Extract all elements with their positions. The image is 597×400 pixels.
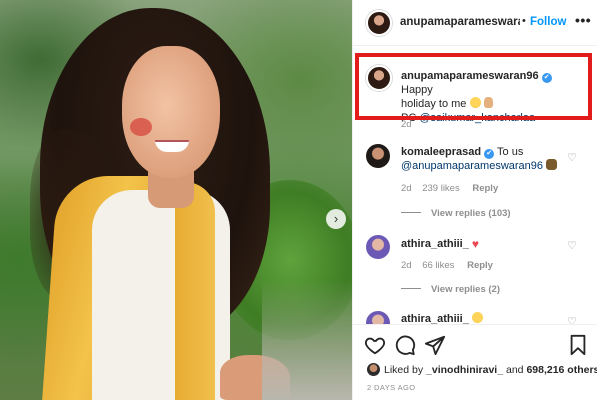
red-heart-emoji-icon: ♥ bbox=[471, 237, 480, 251]
comment-time: 2d bbox=[401, 183, 412, 194]
post-sidebar: anupamaparameswaran96 • Follow ••• anupa… bbox=[352, 0, 597, 400]
view-replies-label: View replies (103) bbox=[431, 208, 511, 219]
comment-like-heart-icon[interactable]: ♡ bbox=[567, 239, 577, 252]
comment-like-heart-icon[interactable]: ♡ bbox=[567, 315, 577, 324]
more-options-icon[interactable]: ••• bbox=[575, 12, 591, 28]
view-replies-line bbox=[401, 288, 421, 289]
liked-by-and: and bbox=[505, 364, 524, 376]
caption-text: anupamaparameswaran96 ✔ Happy holiday to… bbox=[401, 69, 581, 125]
verified-badge-icon: ✔ bbox=[484, 149, 495, 159]
liked-by-count[interactable]: 698,216 others bbox=[526, 364, 597, 376]
post-header: anupamaparameswaran96 • Follow ••• bbox=[353, 0, 597, 46]
view-replies-label: View replies (2) bbox=[431, 284, 500, 295]
comment-mention-link[interactable]: @anupamaparameswaran96 bbox=[401, 160, 543, 172]
comment-meta: 2d 239 likes Reply bbox=[401, 183, 498, 194]
comment-time: 2d bbox=[401, 260, 412, 271]
comment-meta: 2d 66 likes Reply bbox=[401, 260, 493, 271]
comment-body: To us bbox=[497, 146, 524, 158]
comment-likes[interactable]: 66 likes bbox=[422, 260, 454, 271]
comment-reply-button[interactable]: Reply bbox=[472, 183, 498, 194]
comment-reply-button[interactable]: Reply bbox=[467, 260, 493, 271]
comment-text: komaleeprasad ✔ To us @anupamaparameswar… bbox=[401, 145, 566, 173]
like-heart-icon[interactable] bbox=[364, 334, 386, 356]
folded-hands-emoji-icon bbox=[546, 159, 558, 170]
caption-line2: holiday to me bbox=[401, 98, 467, 110]
photo-color-on-cheek bbox=[130, 118, 152, 136]
view-replies-button[interactable]: View replies (2) bbox=[401, 284, 500, 295]
comment-text: athira_athiii_ bbox=[401, 312, 566, 324]
caption-username[interactable]: anupamaparameswaran96 bbox=[401, 70, 539, 82]
author-avatar[interactable] bbox=[366, 10, 392, 36]
post-photo[interactable] bbox=[0, 0, 352, 400]
liked-by-user[interactable]: _vinodhiniravi_ bbox=[426, 364, 503, 376]
save-bookmark-icon[interactable] bbox=[567, 334, 589, 356]
view-replies-line bbox=[401, 212, 421, 213]
photo-face bbox=[122, 46, 220, 178]
commenter-avatar[interactable] bbox=[366, 144, 390, 168]
post-timestamp: 2 DAYS AGO bbox=[367, 383, 416, 392]
header-separator: • bbox=[522, 15, 526, 27]
face-emoji-icon bbox=[471, 312, 483, 323]
photo-walkway bbox=[262, 280, 352, 400]
commenter-avatar[interactable] bbox=[366, 235, 390, 259]
liked-by-summary: Liked by _vinodhiniravi_ and 698,216 oth… bbox=[367, 363, 597, 376]
commenter-username[interactable]: komaleeprasad bbox=[401, 146, 481, 158]
raised-hand-emoji-icon bbox=[483, 97, 493, 108]
caption-line1: Happy bbox=[401, 84, 433, 96]
commenter-username[interactable]: athira_athiii_ bbox=[401, 313, 469, 324]
caption-mention-link[interactable]: @saikumar_kancharlaa bbox=[419, 112, 535, 124]
commenter-username[interactable]: athira_athiii_ bbox=[401, 238, 469, 250]
view-replies-button[interactable]: View replies (103) bbox=[401, 208, 511, 219]
comment-text: athira_athiii_ ♥ bbox=[401, 237, 566, 251]
liker-avatar[interactable] bbox=[367, 363, 380, 376]
smiling-face-emoji-icon bbox=[469, 97, 481, 108]
caption-avatar[interactable] bbox=[366, 65, 392, 91]
comment-likes[interactable]: 239 likes bbox=[422, 183, 460, 194]
photo-yellow-dupatta-right bbox=[175, 182, 215, 400]
liked-by-prefix: Liked by bbox=[384, 364, 424, 376]
carousel-next-button[interactable]: › bbox=[326, 209, 346, 229]
caption-time: 2d bbox=[401, 119, 412, 130]
follow-button[interactable]: Follow bbox=[530, 16, 566, 28]
comment-like-heart-icon[interactable]: ♡ bbox=[567, 151, 577, 164]
comments-section[interactable]: anupamaparameswaran96 ✔ Happy holiday to… bbox=[353, 47, 597, 324]
share-send-icon[interactable] bbox=[424, 334, 446, 356]
verified-badge-icon: ✔ bbox=[541, 73, 552, 83]
post-actions-bar: Liked by _vinodhiniravi_ and 698,216 oth… bbox=[353, 324, 597, 400]
author-username[interactable]: anupamaparameswaran96 bbox=[400, 16, 520, 28]
comment-bubble-icon[interactable] bbox=[394, 334, 416, 356]
commenter-avatar[interactable] bbox=[366, 311, 390, 324]
